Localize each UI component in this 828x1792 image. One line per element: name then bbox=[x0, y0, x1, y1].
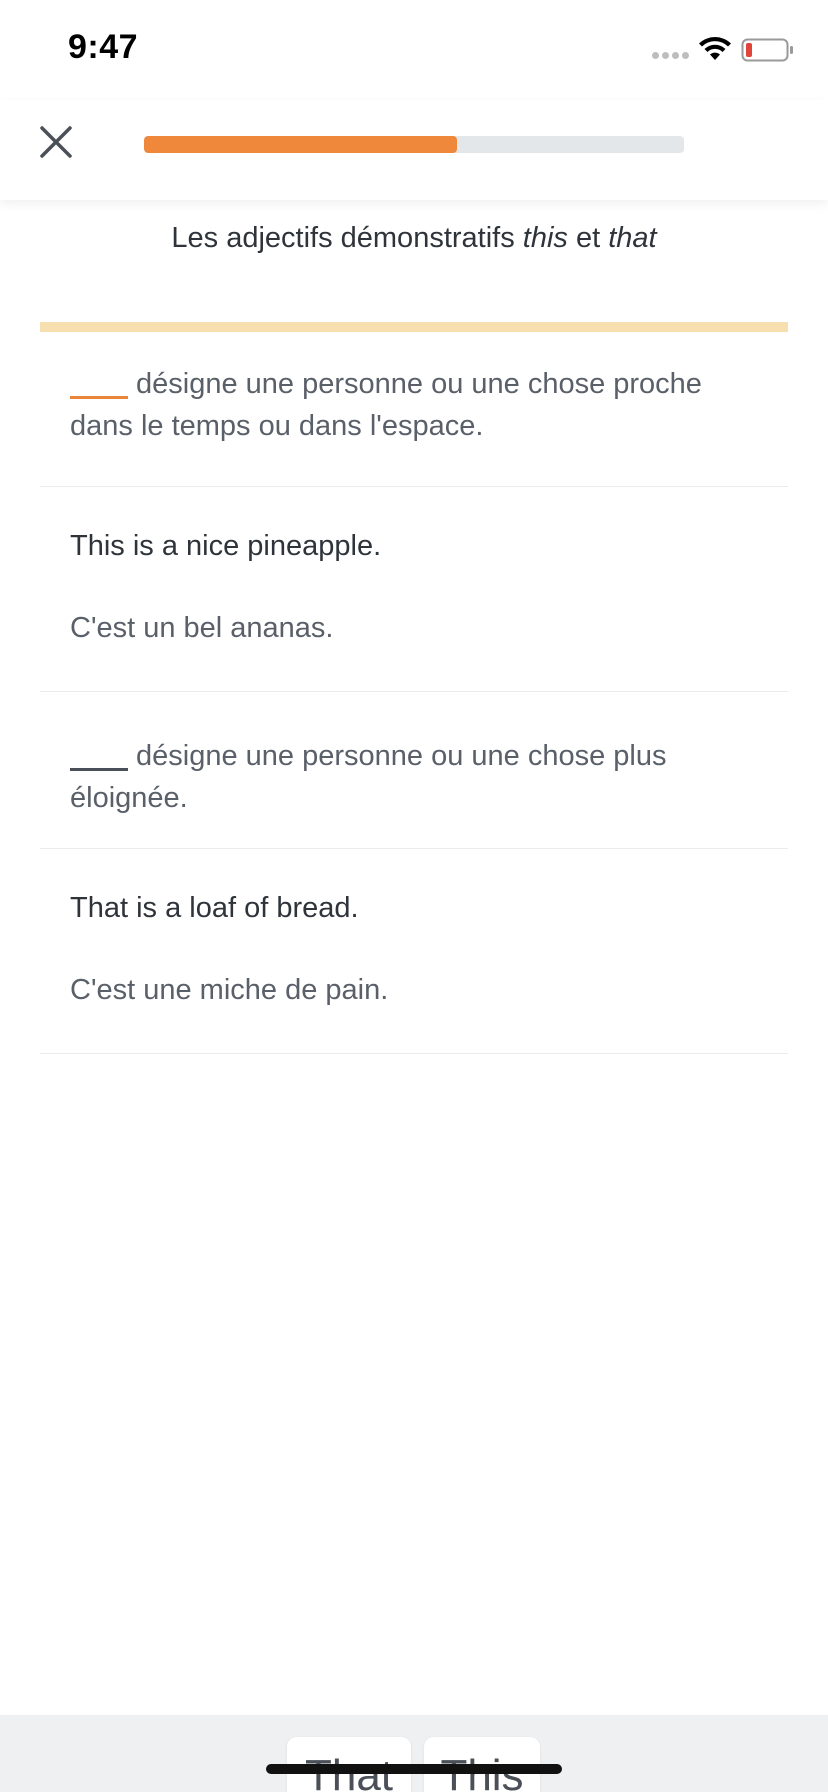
rule-text: désigne une personne ou une chose proche… bbox=[70, 360, 760, 447]
signal-dots-icon bbox=[652, 52, 692, 62]
lesson-title-text: Les adjectifs démonstratifs bbox=[171, 222, 523, 254]
lesson-progress-bar bbox=[144, 136, 684, 153]
rule-card-this: désigne une personne ou une chose proche… bbox=[40, 332, 788, 487]
answer-tray: That This bbox=[0, 1715, 828, 1792]
rule-text-1: désigne une personne ou une chose proche… bbox=[70, 368, 702, 442]
rule-text-2: désigne une personne ou une chose plus é… bbox=[70, 740, 667, 814]
status-bar: 9:47 bbox=[0, 0, 828, 100]
rule-card-that: désigne une personne ou une chose plus é… bbox=[40, 691, 788, 849]
close-icon[interactable] bbox=[34, 120, 78, 164]
example-card-this: This is a nice pineapple. C'est un bel a… bbox=[40, 486, 788, 692]
lesson-title-conjunction: et bbox=[567, 222, 609, 254]
lesson-progress-fill bbox=[144, 136, 458, 153]
answer-blank-1[interactable] bbox=[70, 366, 128, 399]
answer-blank-2[interactable] bbox=[70, 738, 128, 771]
example-card-that: That is a loaf of bread. C'est une miche… bbox=[40, 848, 788, 1054]
example-english: That is a loaf of bread. bbox=[70, 892, 359, 924]
home-indicator[interactable] bbox=[266, 1764, 562, 1774]
rule-text: désigne une personne ou une chose plus é… bbox=[70, 732, 760, 819]
lesson-title-word-that: that bbox=[608, 222, 657, 254]
wifi-icon bbox=[699, 37, 731, 60]
example-french: C'est un bel ananas. bbox=[70, 612, 334, 644]
example-french: C'est une miche de pain. bbox=[70, 974, 389, 1006]
lesson-title-word-this: this bbox=[522, 222, 568, 254]
lesson-header bbox=[0, 100, 828, 200]
lesson-title: Les adjectifs démonstratifs this et that bbox=[0, 222, 828, 255]
example-english: This is a nice pineapple. bbox=[70, 530, 382, 562]
battery-low-icon bbox=[741, 38, 793, 62]
status-time: 9:47 bbox=[68, 28, 139, 66]
accent-divider bbox=[40, 322, 788, 332]
